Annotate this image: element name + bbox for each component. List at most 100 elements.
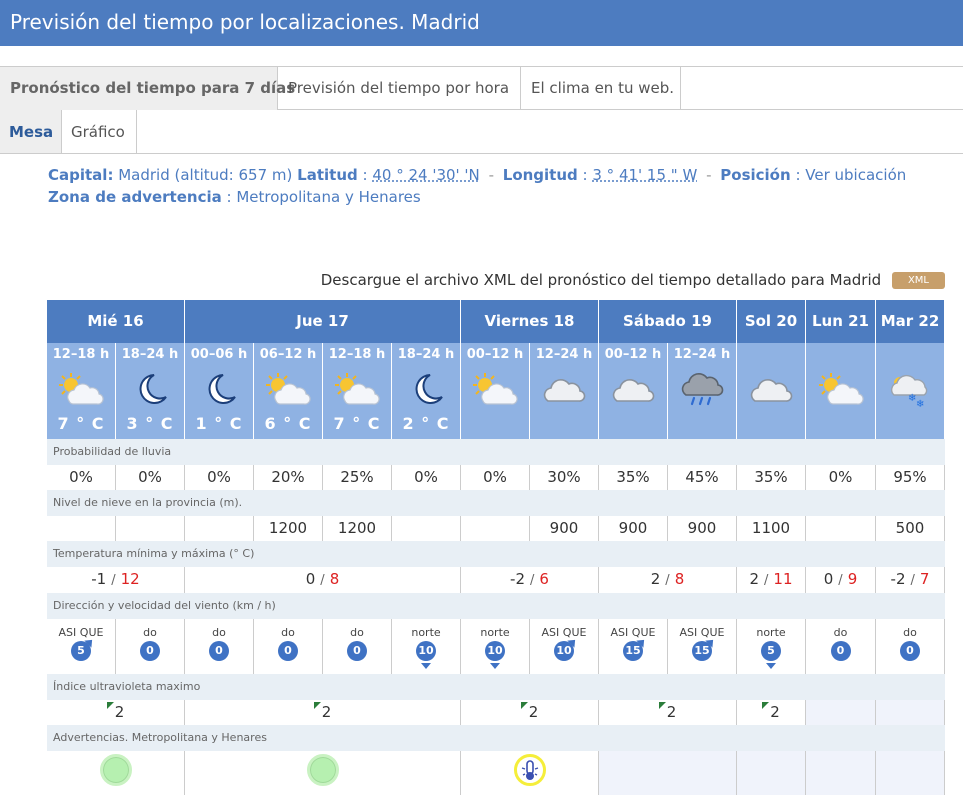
- capital-label: Capital:: [48, 166, 114, 184]
- view-tabs: Mesa Gráfico: [0, 110, 963, 154]
- temperature-range: -1 / 12: [47, 567, 185, 593]
- warning-cell: [47, 751, 185, 795]
- wind-cell: do 0: [116, 619, 185, 674]
- min-temperature: 0: [823, 570, 834, 588]
- warning-cell: [185, 751, 461, 795]
- day-header: Viernes 18: [461, 300, 599, 343]
- day-header: Mié 16: [47, 300, 185, 343]
- rain-probability: 0%: [185, 465, 254, 490]
- wind-cell: ASI QUE 10: [530, 619, 599, 674]
- position-label: Posición: [720, 166, 791, 184]
- day-header: Mar 22: [876, 300, 945, 343]
- uv-flag-icon: [106, 702, 114, 709]
- rain-probability: 35%: [599, 465, 668, 490]
- period-header: 18–24 h 2 ° C: [392, 343, 461, 439]
- uv-index: [806, 700, 876, 725]
- rain-probability: 25%: [323, 465, 392, 490]
- map-location-link[interactable]: Ver ubicación: [805, 166, 906, 184]
- snow-level: [806, 516, 876, 541]
- warning-cell: [461, 751, 599, 795]
- sun-cloud-icon: [331, 371, 383, 407]
- temperature-range: 2 / 8: [599, 567, 737, 593]
- period-header: ❄ ❄: [876, 343, 945, 439]
- section-heading-warn: Advertencias. Metropolitana y Henares: [47, 725, 945, 751]
- uv-flag-icon: [658, 702, 666, 709]
- temperature-separator: /: [111, 573, 116, 588]
- temperature-separator: /: [320, 573, 325, 588]
- snow-level: 900: [530, 516, 599, 541]
- wind-speed-badge: 0: [347, 641, 367, 661]
- warning-zone-label: Zona de advertencia: [48, 188, 222, 206]
- wind-cell: norte 5: [737, 619, 806, 674]
- period-header: 00–12 h: [599, 343, 668, 439]
- uv-index: 2: [185, 700, 461, 725]
- rain-probability: 0%: [392, 465, 461, 490]
- period-header: 12–18 h 7 ° C: [47, 343, 116, 439]
- rain-probability: 35%: [737, 465, 806, 490]
- wind-cell: do 0: [876, 619, 945, 674]
- tab-table[interactable]: Mesa: [0, 110, 62, 153]
- tab-chart[interactable]: Gráfico: [62, 110, 137, 153]
- rain-probability: 20%: [254, 465, 323, 490]
- snow-level: 1100: [737, 516, 806, 541]
- latitude-label: Latitud: [297, 166, 358, 184]
- wind-speed-badge: 0: [900, 641, 920, 661]
- longitude-value: 3 ° 41' 15 " W: [592, 166, 698, 184]
- cloud-icon: [745, 371, 797, 407]
- no-warning-icon[interactable]: [306, 754, 339, 786]
- period-label: 18–24 h: [121, 347, 179, 362]
- section-heading-snow: Nivel de nieve en la provincia (m).: [47, 490, 945, 516]
- min-temperature: 0: [305, 570, 316, 588]
- xml-download-button[interactable]: XML: [891, 272, 945, 289]
- uv-index: 2: [47, 700, 185, 725]
- warning-cell: [806, 751, 876, 795]
- period-header: [806, 343, 876, 439]
- uv-flag-icon: [520, 702, 528, 709]
- temperature-separator: /: [665, 573, 670, 588]
- uv-index: 2: [737, 700, 806, 725]
- snow-level: [185, 516, 254, 541]
- max-temperature: 12: [120, 570, 140, 588]
- min-temperature: -2: [510, 570, 526, 588]
- forecast-table: Mié 16 Jue 17 Viernes 18 Sábado 19 Sol 20 Lun…: [47, 300, 945, 795]
- uv-index: [876, 700, 945, 725]
- temperature-range: 2 / 11: [737, 567, 806, 593]
- sun-cloud-icon: [55, 371, 107, 407]
- day-header: Lun 21: [806, 300, 876, 343]
- rain-probability: 0%: [116, 465, 185, 490]
- no-warning-icon[interactable]: [99, 754, 132, 786]
- warning-zone-value: Metropolitana y Henares: [236, 188, 421, 206]
- warning-cell: [737, 751, 806, 795]
- rain-probability: 0%: [806, 465, 876, 490]
- period-header: 12–24 h: [668, 343, 737, 439]
- section-heading-temp: Temperatura mínima y máxima (° C): [47, 541, 945, 567]
- wind-cell: do 0: [185, 619, 254, 674]
- wind-speed-badge: 0: [278, 641, 298, 661]
- tab-7-day-forecast[interactable]: Pronóstico del tiempo para 7 días: [0, 67, 295, 110]
- svg-text:❄: ❄: [916, 399, 924, 407]
- temperature-range: -2 / 7: [876, 567, 945, 593]
- snow-cloud-icon: ❄ ❄: [884, 371, 936, 410]
- temperature-separator: /: [764, 573, 769, 588]
- longitude-label: Longitud: [502, 166, 578, 184]
- period-label: 00–12 h: [604, 347, 662, 362]
- wind-arrow-icon: [766, 663, 776, 669]
- tab-hourly-forecast[interactable]: Previsión del tiempo por hora: [278, 67, 521, 110]
- period-temperature: 7 ° C: [333, 414, 381, 433]
- max-temperature: 9: [847, 570, 858, 588]
- section-heading-wind: Dirección y velocidad del viento (km / h…: [47, 593, 945, 619]
- sun-cloud-icon: [469, 371, 521, 407]
- period-temperature: 7 ° C: [57, 414, 105, 433]
- wind-cell: norte 10: [461, 619, 530, 674]
- uv-value: 2: [528, 703, 539, 721]
- wind-arrow-icon: [490, 663, 500, 669]
- period-label: 12–24 h: [673, 347, 731, 362]
- warning-cell: [599, 751, 737, 795]
- tab-weather-widget[interactable]: El clima en tu web.: [521, 67, 681, 110]
- rain-probability: 30%: [530, 465, 599, 490]
- temperature-warning-icon[interactable]: [513, 754, 546, 786]
- period-temperature: 6 ° C: [264, 414, 312, 433]
- snow-level: 1200: [323, 516, 392, 541]
- wind-cell: ASI QUE 15: [668, 619, 737, 674]
- period-label: 06–12 h: [259, 347, 317, 362]
